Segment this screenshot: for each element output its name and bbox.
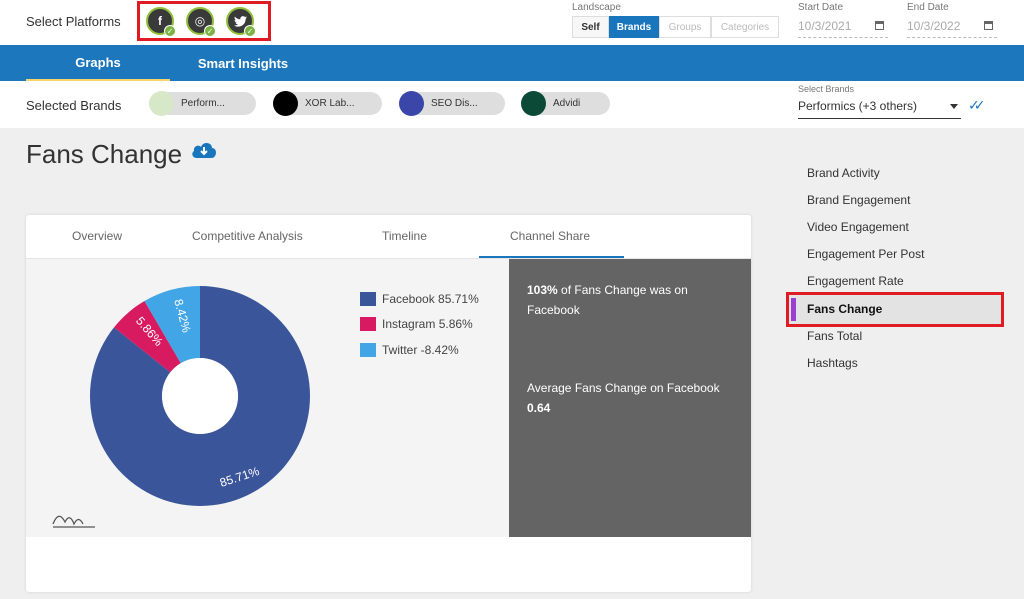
twitter-bird-icon xyxy=(233,15,247,27)
calendar-icon[interactable] xyxy=(875,21,884,30)
landscape-option-self[interactable]: Self xyxy=(572,16,609,38)
main-nav: Graphs Smart Insights xyxy=(0,45,1024,81)
nav-engagement-per-post[interactable]: Engagement Per Post xyxy=(807,247,924,261)
landscape-option-brands[interactable]: Brands xyxy=(609,16,659,38)
select-brands-value: Performics (+3 others) xyxy=(798,99,918,113)
legend-swatch xyxy=(360,292,376,306)
facebook-icon[interactable]: f ✓ xyxy=(146,7,176,37)
nav-video-engagement[interactable]: Video Engagement xyxy=(807,220,909,234)
cloud-download-icon[interactable] xyxy=(191,141,217,159)
brand-chip-label: SEO Dis... xyxy=(431,98,478,109)
legend-swatch xyxy=(360,343,376,357)
donut-hole xyxy=(162,358,238,434)
tab-channel-share[interactable]: Channel Share xyxy=(510,229,590,243)
nav-brand-engagement[interactable]: Brand Engagement xyxy=(807,193,910,207)
instagram-glyph: ◎ xyxy=(194,14,206,28)
chart-card: Overview Competitive Analysis Timeline C… xyxy=(26,215,751,592)
end-date-value: 10/3/2022 xyxy=(907,19,961,33)
landscape-option-categories[interactable]: Categories xyxy=(711,16,779,38)
card-tabs: Overview Competitive Analysis Timeline C… xyxy=(26,215,751,259)
insight-share-percent: 103% xyxy=(527,283,558,297)
check-icon: ✓ xyxy=(244,25,256,37)
selected-brands-label: Selected Brands xyxy=(26,98,122,113)
landscape-label: Landscape xyxy=(572,2,621,13)
brand-avatar xyxy=(149,91,174,116)
selected-brands-bar: Selected Brands Perform... XOR Lab... SE… xyxy=(0,81,1024,128)
brand-chip-seo-dis[interactable]: SEO Dis... xyxy=(399,91,505,116)
twitter-icon[interactable]: ✓ xyxy=(226,7,256,37)
end-date-label: End Date xyxy=(907,2,949,13)
select-brands-label: Select Brands xyxy=(798,84,855,94)
insight-average-label: Average Fans Change on Facebook xyxy=(527,381,720,395)
nav-brand-activity[interactable]: Brand Activity xyxy=(807,166,880,180)
brand-chip-performics[interactable]: Perform... xyxy=(149,91,256,116)
brand-chip-xor-lab[interactable]: XOR Lab... xyxy=(273,91,382,116)
platform-selector: f ✓ ◎ ✓ ✓ xyxy=(137,1,271,41)
brand-chip-advidi[interactable]: Advidi xyxy=(521,91,610,116)
chart-area: 85.71% 5.86% 8.42% Facebook 85.71% Instagr… xyxy=(26,259,509,537)
nav-engagement-rate[interactable]: Engagement Rate xyxy=(807,274,904,288)
insight-share: 103% of Fans Change was on Facebook xyxy=(527,280,727,320)
brand-chip-label: XOR Lab... xyxy=(305,98,355,109)
legend-label: Facebook 85.71% xyxy=(382,292,479,306)
insight-average: Average Fans Change on Facebook 0.64 xyxy=(527,378,742,418)
select-brands-dropdown[interactable]: Performics (+3 others) xyxy=(798,99,961,119)
legend-swatch xyxy=(360,317,376,331)
brand-chip-label: Perform... xyxy=(181,98,225,109)
start-date-value: 10/3/2021 xyxy=(798,19,852,33)
insight-average-value: 0.64 xyxy=(527,401,551,415)
calendar-icon[interactable] xyxy=(984,21,993,30)
page-title: Fans Change xyxy=(26,139,183,169)
nav-fans-total[interactable]: Fans Total xyxy=(807,329,862,343)
landscape-option-groups[interactable]: Groups xyxy=(659,16,711,38)
legend-label: Twitter -8.42% xyxy=(382,343,459,357)
tab-overview[interactable]: Overview xyxy=(72,229,122,243)
insight-panel: 103% of Fans Change was on Facebook Aver… xyxy=(509,259,751,537)
check-icon: ✓ xyxy=(164,25,176,37)
legend-label: Instagram 5.86% xyxy=(382,317,473,331)
brand-avatar xyxy=(273,91,298,116)
nav-fans-change[interactable]: Fans Change xyxy=(807,302,882,316)
tab-competitive-analysis[interactable]: Competitive Analysis xyxy=(192,229,303,243)
active-tab-indicator xyxy=(479,256,624,258)
facebook-glyph: f xyxy=(158,14,162,28)
donut-chart: 85.71%5.86% 8.42% xyxy=(89,286,311,506)
chevron-down-icon xyxy=(950,104,958,109)
brand-avatar xyxy=(399,91,424,116)
start-date-label: Start Date xyxy=(798,2,844,13)
instagram-icon[interactable]: ◎ ✓ xyxy=(186,7,216,37)
double-check-icon[interactable]: ✓✓ xyxy=(968,97,986,114)
trend-wave-icon[interactable] xyxy=(51,512,97,530)
tab-timeline[interactable]: Timeline xyxy=(382,229,427,243)
top-bar: Select Platforms f ✓ ◎ ✓ ✓ Landscape Sel… xyxy=(0,0,1024,45)
active-nav-marker xyxy=(791,298,796,321)
check-icon: ✓ xyxy=(204,25,216,37)
tab-graphs[interactable]: Graphs xyxy=(26,45,170,81)
tab-smart-insights[interactable]: Smart Insights xyxy=(170,45,316,81)
select-platforms-label: Select Platforms xyxy=(26,14,121,29)
brand-chip-label: Advidi xyxy=(553,98,581,109)
nav-hashtags[interactable]: Hashtags xyxy=(807,356,858,370)
brand-avatar xyxy=(521,91,546,116)
